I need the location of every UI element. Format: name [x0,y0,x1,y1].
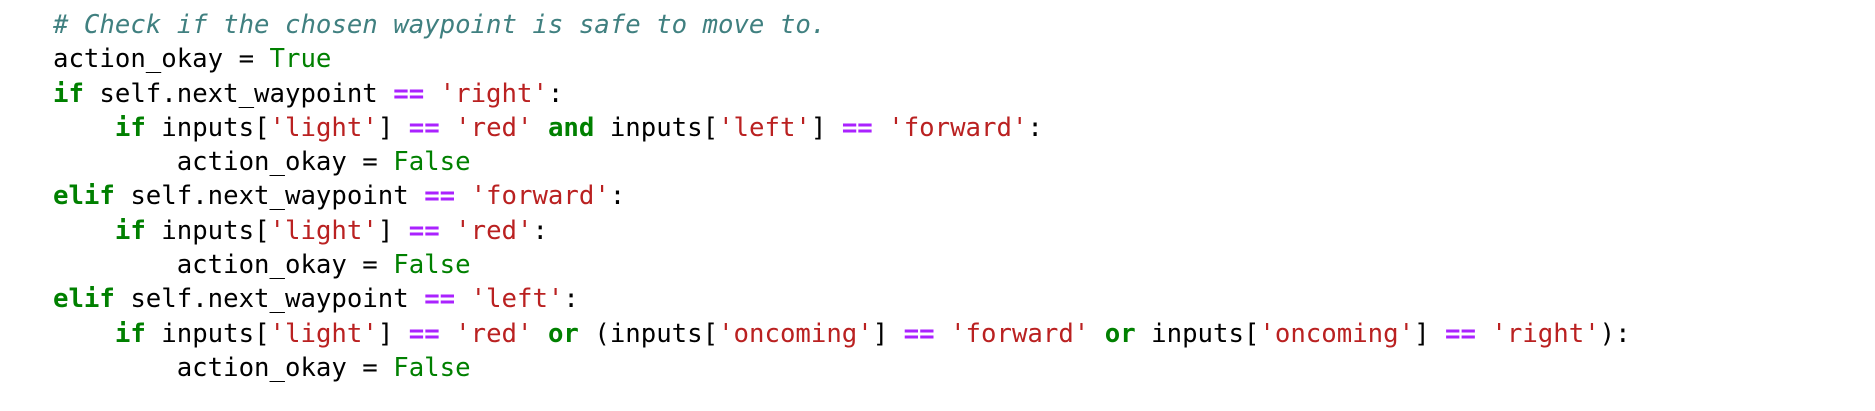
code-text: self.next_waypoint [114,181,425,212]
code-keyword: if [53,78,84,109]
code-string: 'red' [455,112,533,143]
code-text: ): [1599,318,1631,349]
code-text: : [547,78,564,109]
code-operator: == [841,112,873,143]
code-text: action_okay = [53,250,394,281]
code-operator: == [1445,318,1476,349]
code-text: action_okay = [53,44,270,75]
code-text: : [609,181,626,212]
code-text: ] [1414,318,1445,349]
code-line: # Check if the chosen waypoint is safe t… [53,8,1875,42]
code-line: if self.next_waypoint == 'right': [53,77,1875,111]
code-operator: == [424,181,456,212]
code-text: inputs[ [145,215,270,246]
code-keyword: or [547,318,579,349]
code-string: 'right' [439,78,548,109]
code-string: 'oncoming' [718,318,873,349]
code-operator: == [408,112,440,143]
code-keyword: if [114,318,146,349]
code-line: action_okay = False [53,248,1875,282]
code-text: inputs[ [594,112,719,143]
code-line: action_okay = True [53,42,1875,76]
code-line: if inputs['light'] == 'red' or (inputs['… [53,317,1875,351]
code-operator: == [903,318,935,349]
code-operator: == [393,78,425,109]
code-line: elif self.next_waypoint == 'forward': [53,179,1875,213]
code-text: inputs[ [1135,318,1260,349]
code-string: 'right' [1491,318,1600,349]
code-constant: False [393,352,471,383]
code-string: 'forward' [470,181,610,212]
code-keyword: if [114,215,146,246]
code-text: inputs[ [145,318,270,349]
code-constant: False [393,147,471,178]
code-editor[interactable]: # Check if the chosen waypoint is safe t… [0,0,1875,411]
code-text: self.next_waypoint [83,78,394,109]
code-keyword: and [547,112,595,143]
code-text: ] [810,112,842,143]
code-keyword: if [114,112,146,143]
code-line: if inputs['light'] == 'red': [53,214,1875,248]
code-text: ] [377,215,409,246]
code-operator: == [408,318,440,349]
code-text: ] [377,112,409,143]
code-string: 'light' [269,112,378,143]
code-block[interactable]: # Check if the chosen waypoint is safe t… [53,8,1875,385]
code-comment: # Check if the chosen waypoint is safe t… [53,10,827,40]
code-operator: == [408,215,440,246]
code-text: self.next_waypoint [114,284,425,315]
code-string: 'forward' [888,112,1028,143]
code-string: 'red' [455,318,533,349]
code-text: ] [872,318,904,349]
code-line: action_okay = False [53,351,1875,385]
code-constant: False [393,250,471,281]
code-line: if inputs['light'] == 'red' and inputs['… [53,111,1875,145]
code-text: : [1027,112,1043,143]
code-text: : [532,215,548,246]
code-string: 'light' [269,215,378,246]
code-keyword: elif [53,181,115,212]
code-string: 'forward' [950,318,1090,349]
code-keyword: or [1104,318,1136,349]
code-string: 'oncoming' [1259,318,1415,349]
code-operator: == [424,284,456,315]
code-text: inputs[ [145,112,270,143]
code-text: ] [377,318,409,349]
code-text: : [563,284,579,315]
code-string: 'left' [470,284,564,315]
code-keyword: elif [53,284,115,315]
code-text: (inputs[ [578,318,719,349]
code-string: 'light' [269,318,378,349]
code-string: 'red' [455,215,533,246]
code-text: action_okay = [53,147,394,178]
code-string: 'left' [718,112,811,143]
code-line: action_okay = False [53,145,1875,179]
code-constant: True [269,44,332,75]
code-line: elif self.next_waypoint == 'left': [53,282,1875,316]
code-text: action_okay = [53,352,394,383]
